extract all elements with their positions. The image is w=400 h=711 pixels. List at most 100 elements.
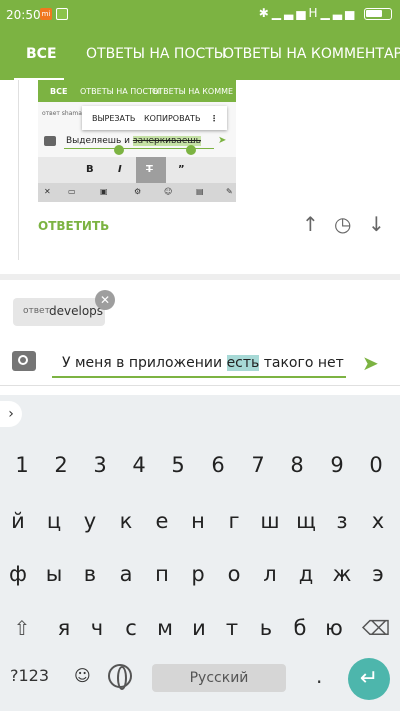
key-9[interactable]: 9 xyxy=(319,447,355,483)
embedded-text-before: Выделяешь и xyxy=(66,136,133,146)
status-time: 20:50 xyxy=(6,8,41,22)
key-е[interactable]: е xyxy=(144,503,180,539)
embedded-italic-button: I xyxy=(118,164,122,175)
key-0[interactable]: 0 xyxy=(358,447,394,483)
keyboard-row-2: й ц у к е н г ш щ з х xyxy=(0,503,400,543)
embedded-screenshot[interactable]: ВСЕ ОТВЕТЫ НА ПОСТЫ ОТВЕТЫ НА КОММЕ отве… xyxy=(38,80,236,202)
key-д[interactable]: д xyxy=(288,556,324,592)
key-г[interactable]: г xyxy=(216,503,252,539)
key-х[interactable]: х xyxy=(360,503,396,539)
key-п[interactable]: п xyxy=(144,556,180,592)
key-к[interactable]: к xyxy=(108,503,144,539)
key-н[interactable]: н xyxy=(180,503,216,539)
embedded-copy-option: КОПИРОВАТЬ xyxy=(144,114,201,123)
signal-icon: ▁▃▅ xyxy=(271,6,309,20)
key-8[interactable]: 8 xyxy=(279,447,315,483)
embedded-pen-icon: ✎ xyxy=(226,187,233,196)
message-input[interactable]: У меня в приложении есть такого нет xyxy=(62,355,344,371)
embedded-send-icon: ➤ xyxy=(218,135,227,146)
tab-all[interactable]: ВСЕ xyxy=(26,46,57,62)
network-type: H xyxy=(308,6,321,20)
period-key[interactable]: . xyxy=(316,664,322,688)
key-б[interactable]: б xyxy=(282,610,318,646)
bluetooth-icon: ✱ xyxy=(258,6,272,20)
key-т[interactable]: т xyxy=(214,610,250,646)
reply-chip-prefix: ответ xyxy=(23,306,50,316)
key-и[interactable]: и xyxy=(181,610,217,646)
key-ю[interactable]: ю xyxy=(316,610,352,646)
key-л[interactable]: л xyxy=(252,556,288,592)
embedded-input-text: Выделяешь и зачеркиваешь xyxy=(66,136,201,146)
app-notification-icon xyxy=(56,8,68,20)
key-ь[interactable]: ь xyxy=(248,610,284,646)
key-3[interactable]: 3 xyxy=(82,447,118,483)
key-ф[interactable]: ф xyxy=(0,556,36,592)
embedded-close-icon: ✕ xyxy=(44,187,51,196)
key-о[interactable]: о xyxy=(216,556,252,592)
key-з[interactable]: з xyxy=(324,503,360,539)
embedded-clipboard-icon: ▤ xyxy=(196,187,204,196)
key-э[interactable]: э xyxy=(360,556,396,592)
key-щ[interactable]: щ xyxy=(288,503,324,539)
mi-icon: mi xyxy=(40,8,52,20)
globe-icon[interactable] xyxy=(108,664,132,690)
key-у[interactable]: у xyxy=(72,503,108,539)
embedded-image-icon: ▣ xyxy=(100,187,108,196)
embedded-more-icon: ⋮ xyxy=(210,114,218,123)
arrow-down-icon[interactable]: ↓ xyxy=(368,212,385,236)
key-в[interactable]: в xyxy=(72,556,108,592)
backspace-icon[interactable]: ⌫ xyxy=(358,610,394,646)
section-separator xyxy=(0,274,400,280)
key-4[interactable]: 4 xyxy=(121,447,157,483)
key-5[interactable]: 5 xyxy=(160,447,196,483)
keyboard-suggestion-bar xyxy=(0,395,400,433)
embedded-bold-button: B xyxy=(86,164,94,175)
thread-line xyxy=(18,80,19,260)
tab-post-replies[interactable]: ОТВЕТЫ НА ПОСТЫ xyxy=(86,46,226,62)
key-я[interactable]: я xyxy=(46,610,82,646)
tab-comment-replies[interactable]: ОТВЕТЫ НА КОММЕНТАРИИ xyxy=(223,46,400,62)
keyboard-row-3: ф ы в а п р о л д ж э xyxy=(0,556,400,596)
key-ж[interactable]: ж xyxy=(324,556,360,592)
key-7[interactable]: 7 xyxy=(240,447,276,483)
key-ц[interactable]: ц xyxy=(36,503,72,539)
embedded-context-menu: ВЫРЕЗАТЬ КОПИРОВАТЬ ⋮ xyxy=(82,106,227,130)
key-2[interactable]: 2 xyxy=(43,447,79,483)
message-text-before: У меня в приложении xyxy=(62,355,227,371)
key-ш[interactable]: ш xyxy=(252,503,288,539)
space-key[interactable]: Русский xyxy=(152,664,286,692)
key-6[interactable]: 6 xyxy=(200,447,236,483)
embedded-format-bar: B I T ” xyxy=(38,157,236,183)
embedded-selection-handle-left xyxy=(114,145,124,155)
camera-icon[interactable] xyxy=(12,351,36,371)
key-ы[interactable]: ы xyxy=(36,556,72,592)
key-р[interactable]: р xyxy=(180,556,216,592)
key-м[interactable]: м xyxy=(147,610,183,646)
shift-icon[interactable]: ⇧ xyxy=(4,610,40,646)
key-й[interactable]: й xyxy=(0,503,36,539)
key-ч[interactable]: ч xyxy=(79,610,115,646)
embedded-gif-icon: ▭ xyxy=(68,187,76,196)
key-а[interactable]: а xyxy=(108,556,144,592)
tab-bar: ВСЕ ОТВЕТЫ НА ПОСТЫ ОТВЕТЫ НА КОММЕНТАРИ… xyxy=(0,30,400,80)
arrow-up-icon[interactable]: ↑ xyxy=(302,212,319,236)
symbols-key[interactable]: ?123 xyxy=(10,666,49,685)
embedded-reply-chip: ответ shama xyxy=(42,110,82,117)
close-icon[interactable]: ✕ xyxy=(95,290,115,310)
send-icon[interactable]: ➤ xyxy=(362,351,379,375)
key-с[interactable]: с xyxy=(113,610,149,646)
embedded-selection-handle-right xyxy=(186,145,196,155)
embedded-tab-posts: ОТВЕТЫ НА ПОСТЫ xyxy=(80,87,161,96)
history-clock-icon[interactable]: ◷ xyxy=(334,212,351,236)
enter-icon[interactable]: ↵ xyxy=(348,658,390,700)
reply-link[interactable]: ОТВЕТИТЬ xyxy=(38,219,109,233)
embedded-camera-icon xyxy=(44,136,56,146)
embedded-toolbar: ✕ ▭ ▣ ⚙ ☺ ▤ ✎ xyxy=(38,183,236,202)
key-1[interactable]: 1 xyxy=(4,447,40,483)
emoji-icon[interactable]: ☺ xyxy=(74,666,91,685)
keyboard-row-4: ⇧ я ч с м и т ь б ю ⌫ xyxy=(0,610,400,650)
embedded-settings-icon: ⚙ xyxy=(134,187,142,196)
message-input-underline xyxy=(52,376,346,378)
keyboard-divider xyxy=(0,385,400,386)
embedded-emoji-icon: ☺ xyxy=(164,187,173,196)
